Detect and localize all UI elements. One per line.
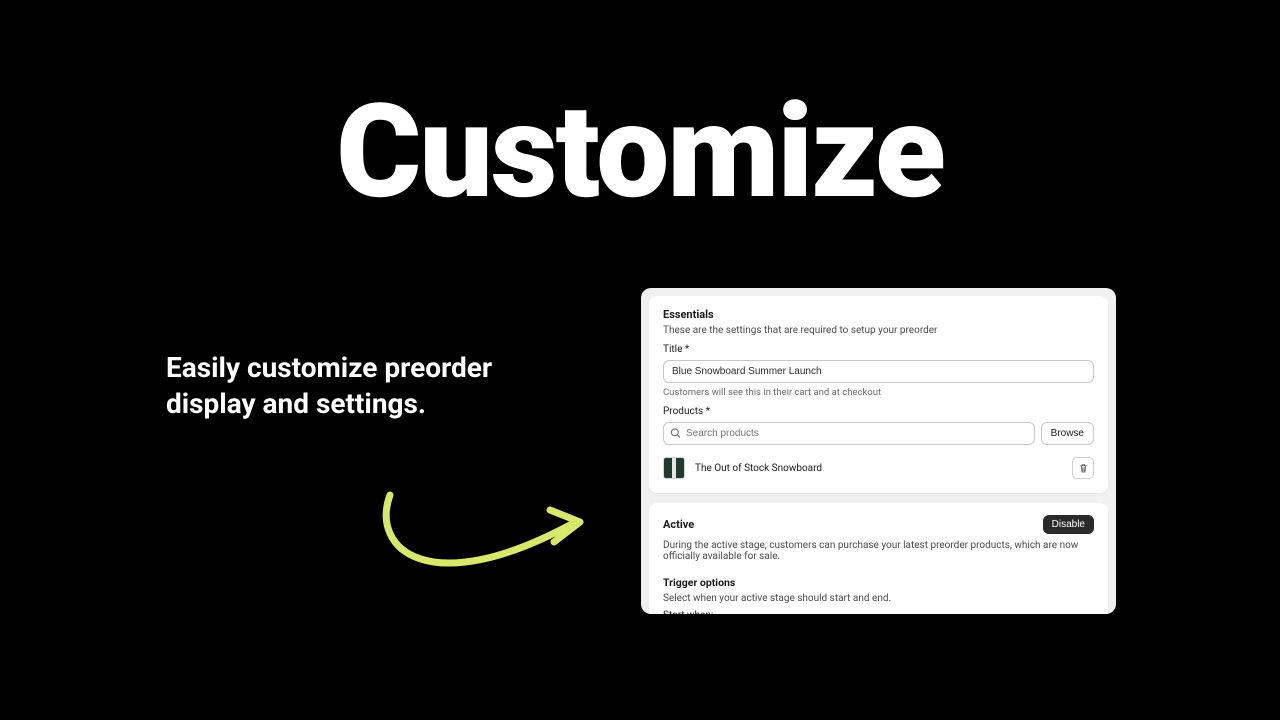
remove-product-button[interactable] [1072,457,1094,479]
arrow-icon [340,480,600,610]
products-search-input[interactable] [663,422,1035,445]
product-name: The Out of Stock Snowboard [695,463,1062,474]
products-label: Products * [663,406,1094,417]
title-helper: Customers will see this in their cart an… [663,387,1094,398]
start-when-label: Start when: [663,610,1094,614]
essentials-card: Essentials These are the settings that a… [649,296,1108,493]
active-card: Active Disable During the active stage, … [649,503,1108,614]
active-heading: Active [663,518,694,531]
product-row: The Out of Stock Snowboard [663,455,1094,481]
title-label: Title * [663,344,1094,355]
search-icon [670,428,681,439]
disable-button[interactable]: Disable [1043,515,1094,534]
hero-title: Customize [0,75,1280,228]
trigger-heading: Trigger options [663,576,1094,589]
trigger-description: Select when your active stage should sta… [663,593,1094,604]
essentials-heading: Essentials [663,308,1094,321]
browse-button[interactable]: Browse [1041,422,1094,445]
product-thumbnail [663,457,685,479]
title-input[interactable] [663,360,1094,383]
active-description: During the active stage, customers can p… [663,540,1094,562]
trash-icon [1078,463,1089,474]
essentials-description: These are the settings that are required… [663,325,1094,336]
settings-panel: Essentials These are the settings that a… [641,288,1116,614]
hero-subtitle: Easily customize preorder display and se… [166,350,496,422]
